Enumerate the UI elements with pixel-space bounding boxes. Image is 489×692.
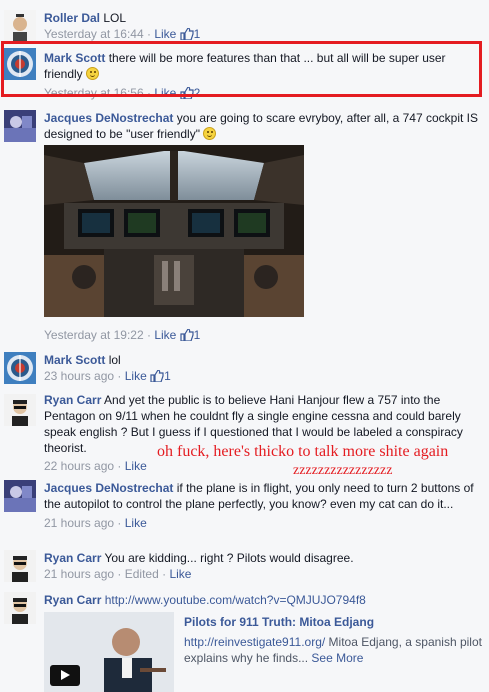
like-link[interactable]: Like [169,567,191,581]
comment-mark-scott-2: Mark Scott lol 23 hours ago · Like 1 [0,350,489,386]
comment-meta: 21 hours ago · Like [44,516,147,530]
author-name[interactable]: Jacques DeNostrechat [44,111,173,125]
thumbs-up-icon [180,329,194,341]
comment-meta: 21 hours ago · Edited · Like [44,567,192,581]
like-link[interactable]: Like [125,369,147,383]
smiley-icon [203,127,217,140]
timestamp[interactable]: Yesterday at 16:44 [44,27,144,41]
timestamp[interactable]: Yesterday at 19:22 [44,328,144,342]
thumbs-up-icon [150,370,164,382]
timestamp[interactable]: 23 hours ago [44,369,114,383]
play-icon[interactable] [50,665,80,686]
author-name[interactable]: Roller Dal [44,11,100,25]
comment-jacques-2: Jacques DeNostrechat if the plane is in … [0,478,489,544]
author-name[interactable]: Mark Scott [44,353,105,367]
youtube-link[interactable]: http://www.youtube.com/watch?v=QMJUJO794… [105,593,366,607]
preview-title[interactable]: Pilots for 911 Truth: Mitoa Edjang [184,614,484,630]
preview-url[interactable]: http://reinvestigate911.org/ [184,635,325,649]
thumbs-up-icon [180,28,194,40]
comment-text: LOL [103,11,127,25]
like-count[interactable]: 1 [180,27,200,41]
avatar[interactable] [4,10,36,42]
avatar[interactable] [4,352,36,384]
link-preview[interactable]: Pilots for 911 Truth: Mitoa Edjang http:… [44,612,484,692]
avatar[interactable] [4,394,36,426]
see-more-link[interactable]: See More [311,651,363,665]
annotation-text: oh fuck, here's thicko to talk more shit… [157,443,449,460]
like-link[interactable]: Like [154,328,176,342]
like-count[interactable]: 1 [150,369,171,383]
avatar[interactable] [4,110,36,142]
author-name[interactable]: Ryan Carr [44,551,101,565]
timestamp[interactable]: 21 hours ago [44,567,114,581]
comment-ryan-carr-2: Ryan Carr You are kidding... right ? Pil… [0,548,489,584]
edited-label[interactable]: Edited [125,567,159,581]
author-name[interactable]: Ryan Carr [44,593,101,607]
comment-text: You are kidding... right ? Pilots would … [104,551,354,565]
comment-meta: Yesterday at 19:22 · Like 1 [44,328,201,342]
comment-text: lol [108,353,121,367]
timestamp[interactable]: 21 hours ago [44,516,114,530]
comment-meta: Yesterday at 16:44 · Like 1 [44,27,201,41]
like-link[interactable]: Like [125,459,147,473]
cockpit-photo[interactable] [44,145,304,317]
highlight-box [1,41,482,97]
like-link[interactable]: Like [154,27,176,41]
author-name[interactable]: Jacques DeNostrechat [44,481,173,495]
avatar[interactable] [4,480,36,512]
comment-jacques-1: Jacques DeNostrechat you are going to sc… [0,108,489,343]
comment-roller-dal: Roller Dal LOL Yesterday at 16:44 · Like… [0,8,489,44]
comment-meta: 23 hours ago · Like 1 [44,369,171,383]
author-name[interactable]: Ryan Carr [44,393,101,407]
timestamp[interactable]: 22 hours ago [44,459,114,473]
like-count[interactable]: 1 [180,328,200,342]
annotation-zzz: zzzzzzzzzzzzzzzz [293,463,393,478]
avatar[interactable] [4,592,36,624]
video-thumbnail[interactable] [44,612,174,692]
like-link[interactable]: Like [125,516,147,530]
avatar[interactable] [4,550,36,582]
